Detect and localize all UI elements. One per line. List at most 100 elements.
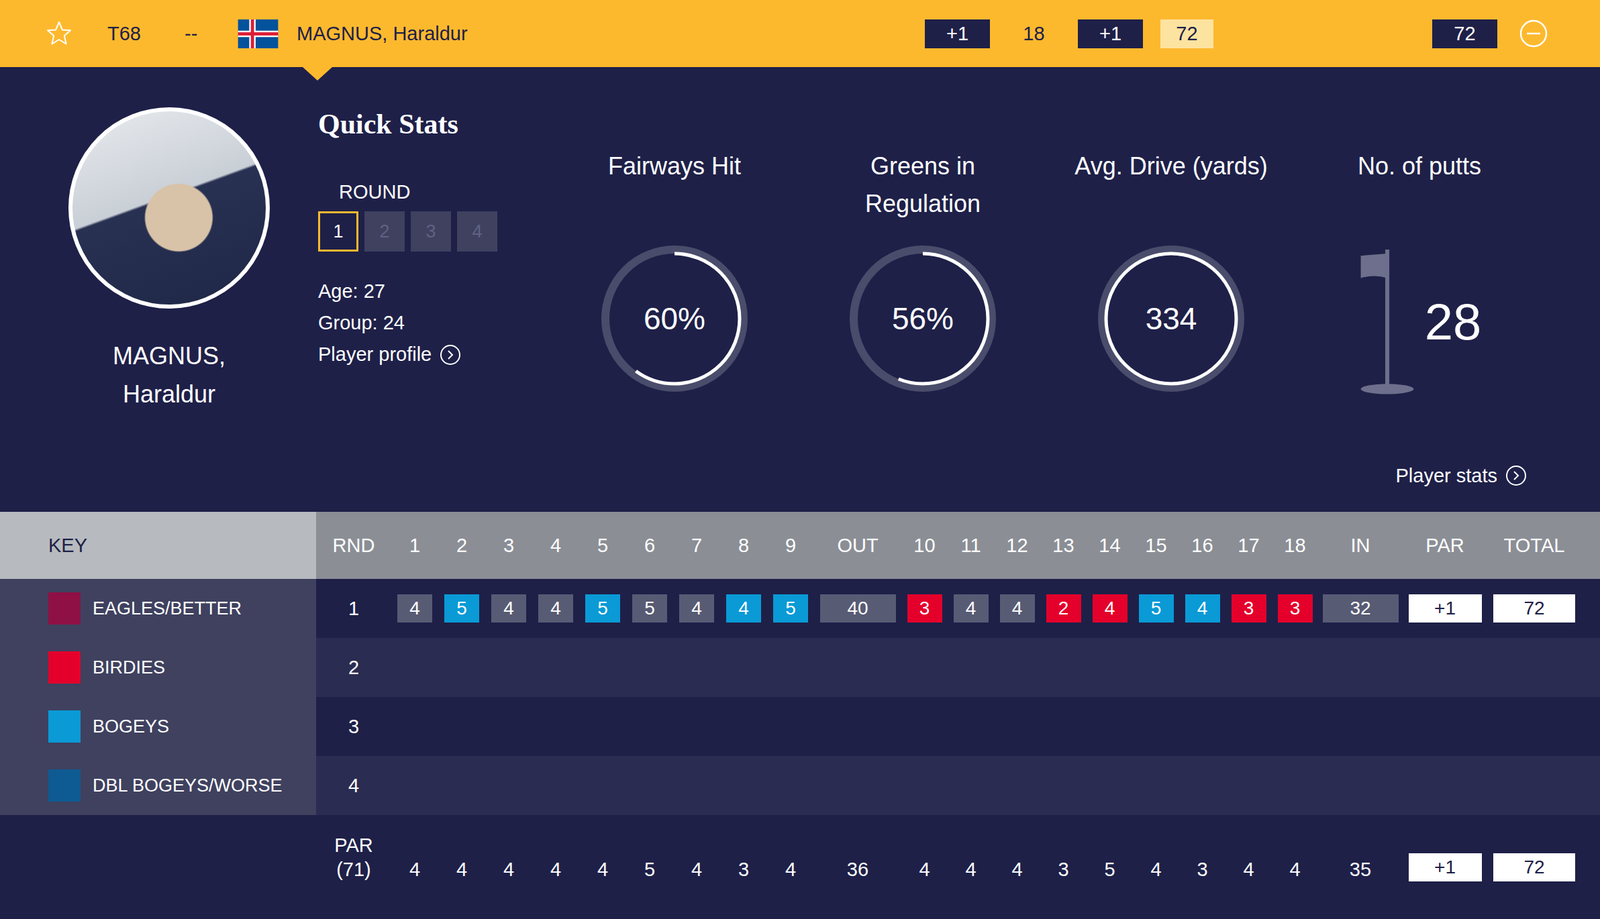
total-score: 72 — [1493, 594, 1576, 623]
hole-par: 4 — [901, 857, 948, 882]
scorecard-header: KEYRND123456789OUT101112131415161718INPA… — [0, 512, 1600, 580]
scorecard: KEYRND123456789OUT101112131415161718INPA… — [0, 512, 1600, 919]
hole-par: 3 — [1040, 857, 1087, 882]
hole-score: 4 — [1185, 594, 1221, 623]
column-header: 1 — [391, 534, 439, 558]
total-score: 72 — [1432, 19, 1498, 49]
key-swatch — [48, 710, 81, 743]
out-par: 36 — [814, 857, 902, 882]
round-label: ROUND — [338, 179, 551, 205]
hole-score: 4 — [679, 594, 715, 623]
stat-value: 28 — [1424, 292, 1482, 352]
column-header: 9 — [767, 534, 815, 558]
par-row: PAR(71)4444454343644435434435+172 — [0, 815, 1600, 919]
column-header: 12 — [993, 534, 1041, 558]
stat-ring: 60% — [599, 243, 750, 394]
hole-par: 5 — [1086, 857, 1133, 882]
par-total: +1 — [1408, 853, 1482, 882]
stat-ring: 334 — [1095, 243, 1247, 394]
player-name-large: MAGNUS,Haraldur — [112, 336, 226, 414]
hole-par: 4 — [391, 857, 439, 882]
golf-flag-icon — [1357, 247, 1415, 396]
age: Age: 27 — [318, 275, 551, 308]
stat: Avg. Drive (yards) 334 — [1046, 107, 1296, 394]
hole-score: 4 — [538, 594, 574, 623]
column-header: PAR — [1402, 534, 1488, 558]
hole-score: 4 — [1092, 594, 1128, 623]
column-header: 11 — [947, 534, 994, 558]
hole-par: 4 — [532, 857, 580, 882]
leaderboard-row[interactable]: T68--MAGNUS, Haraldur+118+17272 — [0, 0, 1600, 68]
hole-score: 4 — [953, 594, 989, 623]
stat: Greens in Regulation56% — [798, 107, 1047, 394]
par-label: PAR(71) — [316, 833, 392, 882]
hole-par: 4 — [1271, 857, 1319, 882]
position: T68 — [107, 22, 185, 45]
profile: MAGNUS,Haraldur — [0, 107, 319, 414]
hole-par: 3 — [1179, 857, 1226, 882]
key-item: EAGLES/BETTER — [0, 579, 317, 639]
hole-par: 4 — [993, 857, 1041, 882]
column-header: 4 — [532, 534, 580, 558]
column-header: TOTAL — [1487, 534, 1582, 558]
round-button[interactable]: 1 — [318, 211, 359, 252]
player-profile-link[interactable]: Player profile — [318, 338, 551, 371]
stat-label: Fairways Hit — [563, 147, 786, 223]
hole-score: 4 — [1000, 594, 1035, 623]
round-number: 4 — [316, 775, 392, 798]
stat-label: Avg. Drive (yards) — [1060, 147, 1282, 223]
hole-par: 5 — [626, 857, 674, 882]
column-header: 15 — [1132, 534, 1180, 558]
out-score: 40 — [820, 594, 896, 623]
player-photo — [68, 107, 270, 309]
hole-score: 3 — [907, 594, 943, 623]
round-number: 2 — [316, 657, 392, 680]
column-header: IN — [1318, 534, 1403, 558]
round-button[interactable]: 2 — [364, 211, 405, 252]
to-par: +1 — [1077, 19, 1143, 49]
pointer-arrow — [302, 67, 333, 81]
column-header: OUT — [814, 534, 902, 558]
collapse-minus-icon[interactable] — [1519, 19, 1548, 48]
column-header: 16 — [1179, 534, 1226, 558]
round-number: 3 — [316, 716, 392, 739]
hole-par: 4 — [485, 857, 533, 882]
stat-ring: 56% — [847, 243, 998, 394]
key-item: DBL BOGEYS/WORSE — [0, 756, 317, 816]
key-swatch — [48, 769, 81, 803]
in-score: 32 — [1322, 594, 1399, 623]
round-button[interactable]: 3 — [410, 211, 452, 252]
column-header: 5 — [579, 534, 627, 558]
player-stats-link[interactable]: Player stats — [1395, 462, 1528, 490]
total: 72 — [1493, 853, 1576, 882]
player-scorecard: T68--MAGNUS, Haraldur+118+17272MAGNUS,Ha… — [0, 0, 1600, 919]
stat-value: 56% — [847, 243, 998, 394]
stat-value: 334 — [1095, 243, 1247, 394]
key-item: BIRDIES — [0, 638, 317, 698]
hole-score: 5 — [1138, 594, 1174, 623]
column-header: 8 — [720, 534, 768, 558]
key-swatch — [48, 592, 81, 625]
player-name: MAGNUS, Haraldur — [296, 22, 925, 45]
hole-par: 4 — [579, 857, 627, 882]
column-header: 2 — [438, 534, 486, 558]
hole-score: 5 — [444, 594, 480, 623]
today-score: +1 — [924, 19, 990, 49]
hole-score: 3 — [1277, 594, 1313, 623]
hole-par: 4 — [438, 857, 486, 882]
hole-score: 4 — [491, 594, 527, 623]
hole-par: 4 — [673, 857, 721, 882]
hole-score: 2 — [1046, 594, 1082, 623]
hole-score: 5 — [632, 594, 668, 623]
key-item: BOGEYS — [0, 697, 317, 757]
favorite-star-icon[interactable] — [45, 20, 73, 47]
column-header: 14 — [1086, 534, 1133, 558]
column-header: 3 — [485, 534, 533, 558]
player-panel: MAGNUS,HaraldurQuick StatsROUND1234Age: … — [0, 67, 1600, 513]
group: Group: 24 — [318, 307, 551, 339]
column-header: 10 — [901, 534, 948, 558]
chevron-circle-icon — [439, 344, 462, 366]
scorecard-row: BOGEYS3 — [0, 697, 1600, 757]
round-button[interactable]: 4 — [457, 211, 498, 252]
column-header: RND — [316, 534, 392, 558]
